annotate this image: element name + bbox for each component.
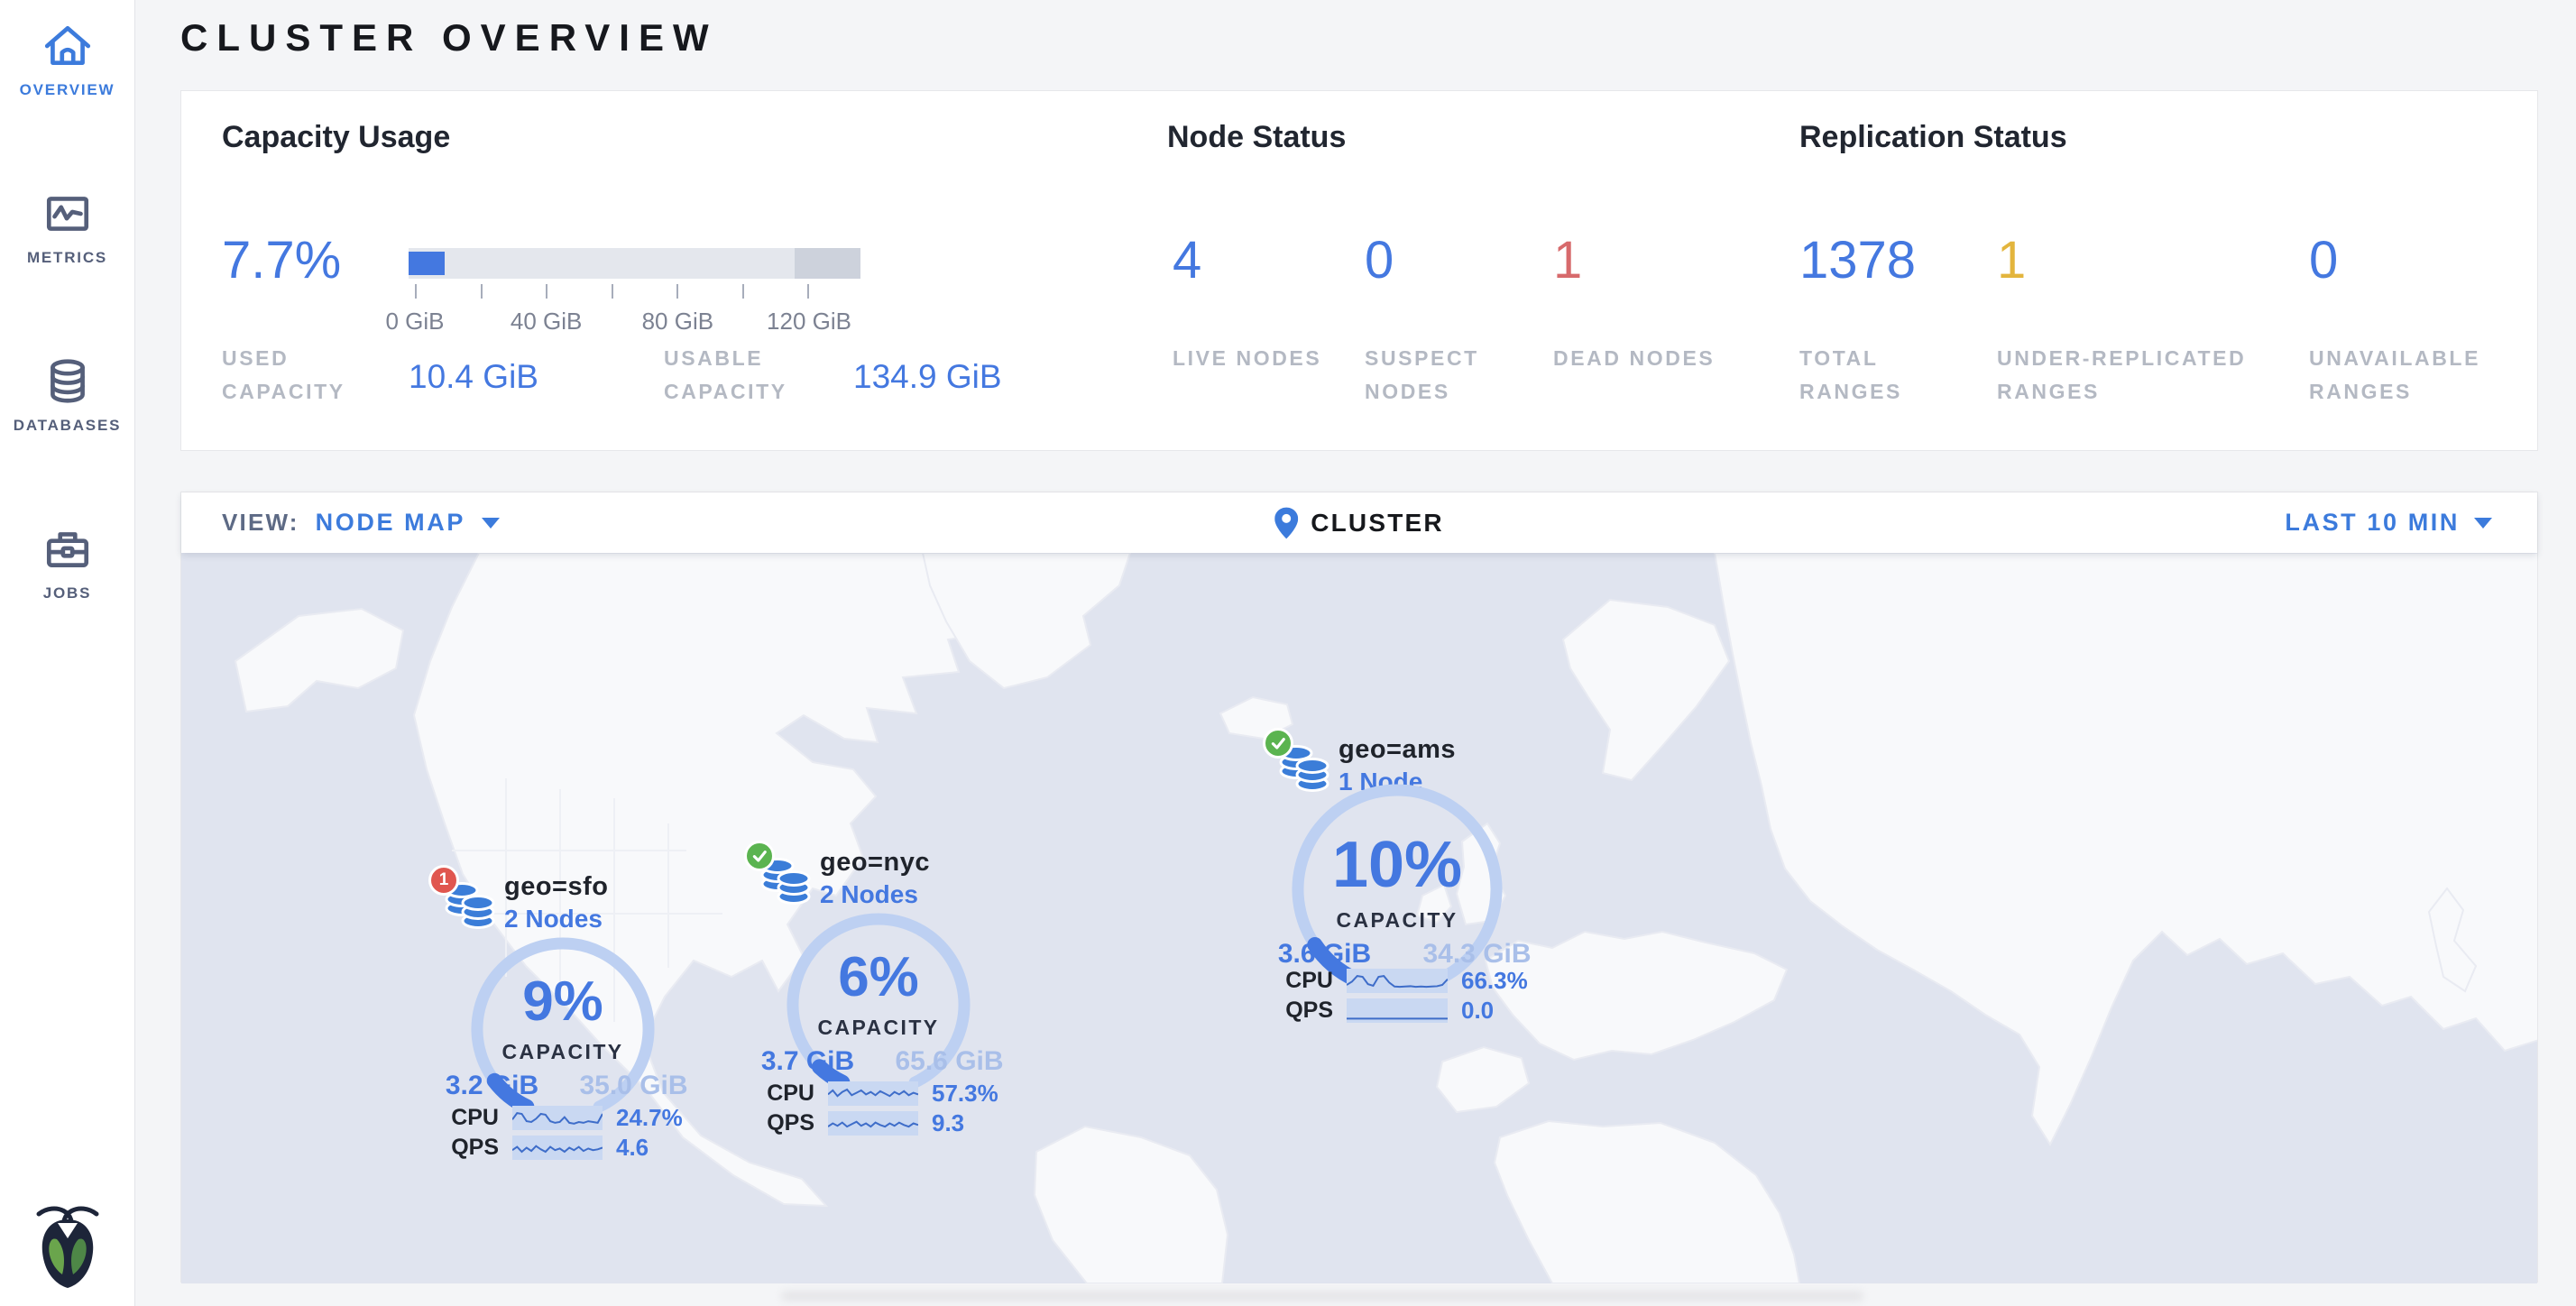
cpu-label: CPU — [750, 1081, 814, 1107]
locality-name: geo=sfo — [504, 872, 609, 902]
cluster-summary-card: Capacity Usage 7.7% 0 GiB 40 GiB 80 GiB … — [180, 90, 2538, 451]
locality-marker-nyc[interactable]: geo=nyc 2 Nodes 6% CAPACITY 3.7 GiB 65.6… — [741, 844, 1065, 1283]
land-asia — [1715, 553, 2537, 1145]
capacity-used-value: 3.2 GiB — [427, 1071, 557, 1101]
locality-name: geo=nyc — [820, 848, 930, 878]
capacity-bar-tick-labels: 0 GiB 40 GiB 80 GiB 120 GiB — [415, 308, 809, 336]
unavailable-ranges-value: 0 — [2309, 228, 2338, 293]
capacity-bar-used — [409, 252, 445, 275]
under-replicated-ranges-value: 1 — [1997, 228, 2026, 293]
horizontal-scrollbar[interactable] — [781, 1291, 1863, 1301]
sidebar-item-label: JOBS — [0, 584, 134, 602]
qps-sparkline — [512, 1136, 603, 1160]
databases-icon — [41, 355, 94, 408]
map-pin-icon — [1274, 507, 1298, 539]
dead-node-badge: 1 — [428, 865, 459, 896]
capacity-percent: 10% — [1262, 832, 1532, 897]
cpu-sparkline — [512, 1106, 603, 1130]
node-map-card: VIEW: NODE MAP CLUSTER LAST 10 MIN — [180, 492, 2538, 1283]
capacity-label: CAPACITY — [761, 1016, 996, 1040]
sidebar-item-metrics[interactable]: METRICS — [0, 188, 134, 267]
sidebar: OVERVIEW METRICS DATABASES JOBS — [0, 0, 135, 1306]
cpu-value: 57.3% — [932, 1080, 998, 1108]
replication-status-title: Replication Status — [1799, 120, 2067, 155]
total-ranges-label: TOTAL RANGES — [1799, 342, 1971, 409]
cpu-value: 24.7% — [616, 1104, 683, 1132]
sidebar-item-jobs[interactable]: JOBS — [0, 523, 134, 602]
qps-label: QPS — [434, 1135, 499, 1161]
dead-nodes-value: 1 — [1553, 228, 1582, 293]
breadcrumb-cluster[interactable]: CLUSTER — [1311, 509, 1444, 538]
qps-sparkline — [828, 1111, 918, 1136]
land-alaska — [235, 609, 403, 712]
suspect-nodes-value: 0 — [1365, 228, 1394, 293]
time-range-value[interactable]: LAST 10 MIN — [2285, 509, 2460, 537]
usable-capacity-label: USABLE CAPACITY — [664, 342, 835, 409]
time-range-selector[interactable]: LAST 10 MIN — [2285, 492, 2492, 553]
jobs-icon — [41, 523, 94, 575]
suspect-nodes-label: SUSPECT NODES — [1365, 342, 1536, 409]
used-capacity-value: 10.4 GiB — [409, 358, 538, 396]
qps-value: 0.0 — [1461, 997, 1494, 1025]
cockroachdb-logo — [29, 1200, 106, 1290]
locality-marker-sfo[interactable]: 1 geo=sfo 2 Nodes 9% CAPACITY 3.2 GiB 35… — [425, 869, 750, 1283]
locality-marker-ams[interactable]: geo=ams 1 Node 10% CAPACITY 3.6 GiB 34.3… — [1259, 731, 1584, 1219]
live-nodes-value: 4 — [1173, 228, 1201, 293]
healthy-check-icon — [1263, 728, 1293, 759]
capacity-label: CAPACITY — [1262, 908, 1532, 933]
capacity-usable-value: 65.6 GiB — [884, 1046, 1015, 1077]
sidebar-item-label: DATABASES — [0, 417, 134, 435]
healthy-check-icon — [744, 841, 775, 871]
view-selector[interactable]: NODE MAP — [316, 509, 465, 537]
capacity-used-value: 3.7 GiB — [742, 1046, 873, 1077]
qps-value: 9.3 — [932, 1109, 964, 1137]
node-status-title: Node Status — [1167, 120, 1346, 155]
used-capacity-label: USED CAPACITY — [222, 342, 393, 409]
capacity-bar-ticks — [415, 284, 809, 299]
capacity-percent: 7.7% — [222, 228, 341, 293]
sidebar-item-overview[interactable]: OVERVIEW — [0, 20, 134, 99]
total-ranges-value: 1378 — [1799, 228, 1916, 293]
cpu-label: CPU — [1268, 968, 1333, 994]
usable-capacity-value: 134.9 GiB — [853, 358, 1002, 396]
view-label: VIEW: — [222, 509, 299, 537]
capacity-bar-reserved — [795, 248, 860, 279]
capacity-percent: 9% — [446, 970, 680, 1035]
unavailable-ranges-label: UNAVAILABLE RANGES — [2309, 342, 2480, 409]
chevron-down-icon[interactable] — [482, 518, 500, 529]
capacity-usable-value: 35.0 GiB — [568, 1071, 699, 1101]
capacity-bar — [409, 248, 860, 279]
view-bar: VIEW: NODE MAP CLUSTER LAST 10 MIN — [181, 492, 2537, 553]
capacity-used-value: 3.6 GiB — [1259, 939, 1390, 970]
qps-label: QPS — [750, 1110, 814, 1136]
page-title: CLUSTER OVERVIEW — [180, 16, 718, 60]
breadcrumb[interactable]: CLUSTER — [1274, 492, 1444, 553]
live-nodes-label: LIVE NODES — [1173, 342, 1344, 375]
sidebar-item-label: METRICS — [0, 249, 134, 267]
capacity-percent: 6% — [761, 945, 996, 1010]
sidebar-item-databases[interactable]: DATABASES — [0, 355, 134, 435]
qps-label: QPS — [1268, 998, 1333, 1024]
sidebar-item-label: OVERVIEW — [0, 81, 134, 99]
under-replicated-ranges-label: UNDER-REPLICATED RANGES — [1997, 342, 2268, 409]
dead-nodes-label: DEAD NODES — [1553, 342, 1725, 375]
home-icon — [41, 20, 94, 72]
cpu-sparkline — [1347, 969, 1448, 993]
cpu-label: CPU — [434, 1105, 499, 1131]
cpu-sparkline — [828, 1081, 918, 1106]
cpu-value: 66.3% — [1461, 967, 1528, 995]
chevron-down-icon[interactable] — [2474, 518, 2492, 529]
metrics-icon — [41, 188, 94, 240]
capacity-usage-title: Capacity Usage — [222, 120, 450, 155]
land-scandinavia — [1563, 600, 1729, 780]
qps-value: 4.6 — [616, 1134, 649, 1162]
qps-sparkline — [1347, 998, 1448, 1023]
capacity-usable-value: 34.3 GiB — [1412, 939, 1542, 970]
capacity-label: CAPACITY — [446, 1040, 680, 1064]
node-map: 1 geo=sfo 2 Nodes 9% CAPACITY 3.2 GiB 35… — [181, 553, 2537, 1283]
